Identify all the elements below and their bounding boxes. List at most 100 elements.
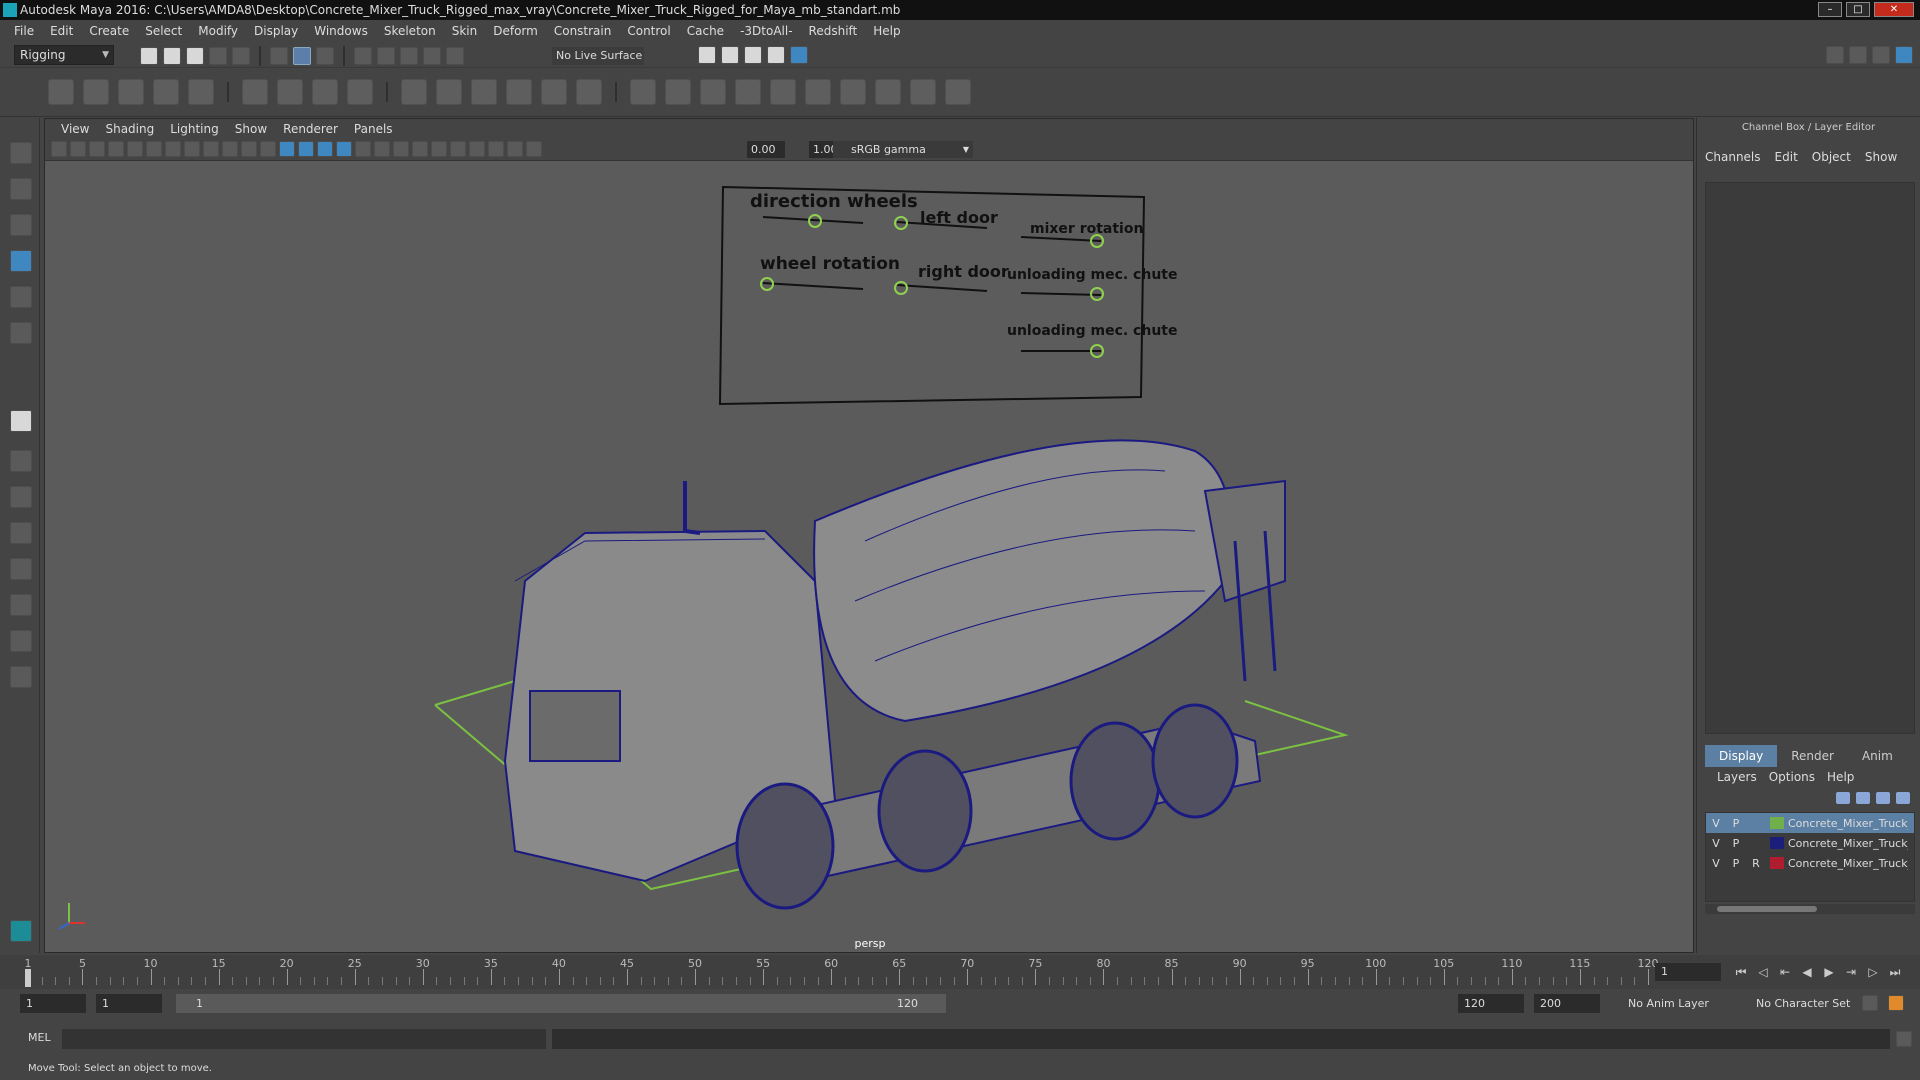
bookmark-icon[interactable] bbox=[89, 141, 105, 157]
custom-layout-icon[interactable] bbox=[10, 666, 32, 688]
layer-menu-layers[interactable]: Layers bbox=[1717, 770, 1757, 784]
menu-create[interactable]: Create bbox=[81, 24, 137, 38]
layer-row[interactable]: V P Concrete_Mixer_Truck_ bbox=[1706, 813, 1914, 833]
xray-active-icon[interactable] bbox=[507, 141, 523, 157]
snap-to-view-plane-icon[interactable] bbox=[423, 47, 441, 65]
detach-skin-icon[interactable] bbox=[770, 79, 796, 105]
go-to-start-icon[interactable]: ⏮ bbox=[1732, 963, 1750, 981]
humanik-icon[interactable] bbox=[188, 79, 214, 105]
layer-playback-toggle[interactable]: P bbox=[1726, 837, 1746, 850]
animation-end-field[interactable]: 200 bbox=[1534, 994, 1600, 1013]
layer-color-swatch[interactable] bbox=[1770, 837, 1784, 849]
close-button[interactable]: ✕ bbox=[1874, 2, 1914, 17]
parent-constraint-icon[interactable] bbox=[401, 79, 427, 105]
grid-icon[interactable] bbox=[127, 141, 143, 157]
ik-handle-icon[interactable] bbox=[83, 79, 109, 105]
anim-layer-dropdown[interactable]: No Anim Layer bbox=[1628, 994, 1738, 1013]
current-time-marker[interactable] bbox=[25, 969, 31, 987]
current-frame-field[interactable]: 1 bbox=[1655, 963, 1721, 981]
cb-menu-show[interactable]: Show bbox=[1865, 150, 1897, 164]
make-live-icon[interactable] bbox=[446, 47, 464, 65]
menu-modify[interactable]: Modify bbox=[190, 24, 246, 38]
render-settings-icon[interactable] bbox=[767, 46, 785, 64]
ipr-render-icon[interactable] bbox=[744, 46, 762, 64]
hypershade-icon[interactable] bbox=[790, 46, 808, 64]
layer-playback-toggle[interactable]: P bbox=[1726, 857, 1746, 870]
four-view-icon[interactable] bbox=[10, 450, 32, 472]
command-input[interactable] bbox=[62, 1029, 546, 1049]
menu-control[interactable]: Control bbox=[619, 24, 678, 38]
scale-constraint-icon[interactable] bbox=[506, 79, 532, 105]
set-driven-key-icon[interactable] bbox=[945, 79, 971, 105]
persp-outliner-icon[interactable] bbox=[10, 486, 32, 508]
animation-preferences-icon[interactable] bbox=[1888, 995, 1904, 1011]
layout-icon[interactable] bbox=[10, 630, 32, 652]
playback-start-field[interactable]: 1 bbox=[96, 994, 162, 1013]
film-gate-icon[interactable] bbox=[146, 141, 162, 157]
xray-icon[interactable] bbox=[469, 141, 485, 157]
smooth-shade-icon[interactable] bbox=[279, 141, 295, 157]
shadows-icon[interactable] bbox=[355, 141, 371, 157]
exposure-icon[interactable] bbox=[526, 141, 542, 157]
gate-mask-icon[interactable] bbox=[184, 141, 200, 157]
cb-menu-channels[interactable]: Channels bbox=[1705, 150, 1761, 164]
wrap-icon[interactable] bbox=[312, 79, 338, 105]
field-chart-icon[interactable] bbox=[203, 141, 219, 157]
paint-weights-icon[interactable] bbox=[805, 79, 831, 105]
pole-vector-icon[interactable] bbox=[576, 79, 602, 105]
channel-list[interactable] bbox=[1705, 182, 1915, 734]
layer-visibility-toggle[interactable]: V bbox=[1706, 837, 1726, 850]
live-surface-field[interactable]: No Live Surface bbox=[552, 47, 644, 65]
time-slider[interactable]: 1 5 10 15 20 25 30 35 40 45 50 55 60 65 70 75 80 85 90 95 10… bbox=[0, 955, 1920, 989]
menu-select[interactable]: Select bbox=[137, 24, 190, 38]
render-view-icon[interactable] bbox=[698, 46, 716, 64]
menu-set-selector[interactable]: Rigging bbox=[14, 45, 114, 65]
auto-key-icon[interactable] bbox=[1862, 995, 1878, 1011]
wireframe-on-shaded-icon[interactable] bbox=[298, 141, 314, 157]
ambient-occlusion-icon[interactable] bbox=[374, 141, 390, 157]
lasso-tool-icon[interactable] bbox=[10, 178, 32, 200]
blend-shape-icon[interactable] bbox=[840, 79, 866, 105]
locator-icon[interactable] bbox=[630, 79, 656, 105]
orient-constraint-icon[interactable] bbox=[471, 79, 497, 105]
modeling-toolkit-icon[interactable] bbox=[1826, 46, 1844, 64]
menu-display[interactable]: Display bbox=[246, 24, 306, 38]
script-editor-icon[interactable] bbox=[1896, 1031, 1912, 1047]
move-tool-icon[interactable] bbox=[10, 250, 32, 272]
go-to-end-icon[interactable]: ⏭ bbox=[1886, 963, 1904, 981]
step-forward-key-icon[interactable]: ⇥ bbox=[1842, 963, 1860, 981]
tab-display[interactable]: Display bbox=[1705, 745, 1778, 767]
menu-skin[interactable]: Skin bbox=[444, 24, 486, 38]
vp-menu-lighting[interactable]: Lighting bbox=[162, 122, 227, 136]
new-empty-layer-icon[interactable] bbox=[1876, 792, 1890, 804]
menu-cache[interactable]: Cache bbox=[679, 24, 732, 38]
point-constraint-icon[interactable] bbox=[436, 79, 462, 105]
safe-title-icon[interactable] bbox=[241, 141, 257, 157]
new-scene-icon[interactable] bbox=[140, 47, 158, 65]
snap-to-grid-icon[interactable] bbox=[354, 47, 372, 65]
camera-attributes-icon[interactable] bbox=[70, 141, 86, 157]
vp-menu-show[interactable]: Show bbox=[227, 122, 275, 136]
select-camera-icon[interactable] bbox=[51, 141, 67, 157]
control-board[interactable]: direction wheels left door mixer rotatio… bbox=[718, 185, 1177, 406]
select-by-component-icon[interactable] bbox=[316, 47, 334, 65]
resolution-gate-icon[interactable] bbox=[165, 141, 181, 157]
command-language-label[interactable]: MEL bbox=[28, 1031, 51, 1044]
layer-color-swatch[interactable] bbox=[1770, 817, 1784, 829]
save-scene-icon[interactable] bbox=[186, 47, 204, 65]
textured-icon[interactable] bbox=[317, 141, 333, 157]
new-layer-selected-icon[interactable] bbox=[1896, 792, 1910, 804]
layer-playback-toggle[interactable]: P bbox=[1726, 817, 1746, 830]
cluster-icon[interactable] bbox=[277, 79, 303, 105]
step-back-frame-icon[interactable]: ◁ bbox=[1754, 963, 1772, 981]
cb-menu-object[interactable]: Object bbox=[1812, 150, 1851, 164]
isolate-select-icon[interactable] bbox=[450, 141, 466, 157]
select-by-object-icon[interactable] bbox=[293, 47, 311, 65]
create-curve-icon[interactable] bbox=[665, 79, 691, 105]
layer-color-swatch[interactable] bbox=[1770, 857, 1784, 869]
joint-tool-icon[interactable] bbox=[48, 79, 74, 105]
paint-select-icon[interactable] bbox=[10, 214, 32, 236]
move-layer-up-icon[interactable] bbox=[1836, 792, 1850, 804]
motion-blur-icon[interactable] bbox=[393, 141, 409, 157]
rotate-tool-icon[interactable] bbox=[10, 286, 32, 308]
